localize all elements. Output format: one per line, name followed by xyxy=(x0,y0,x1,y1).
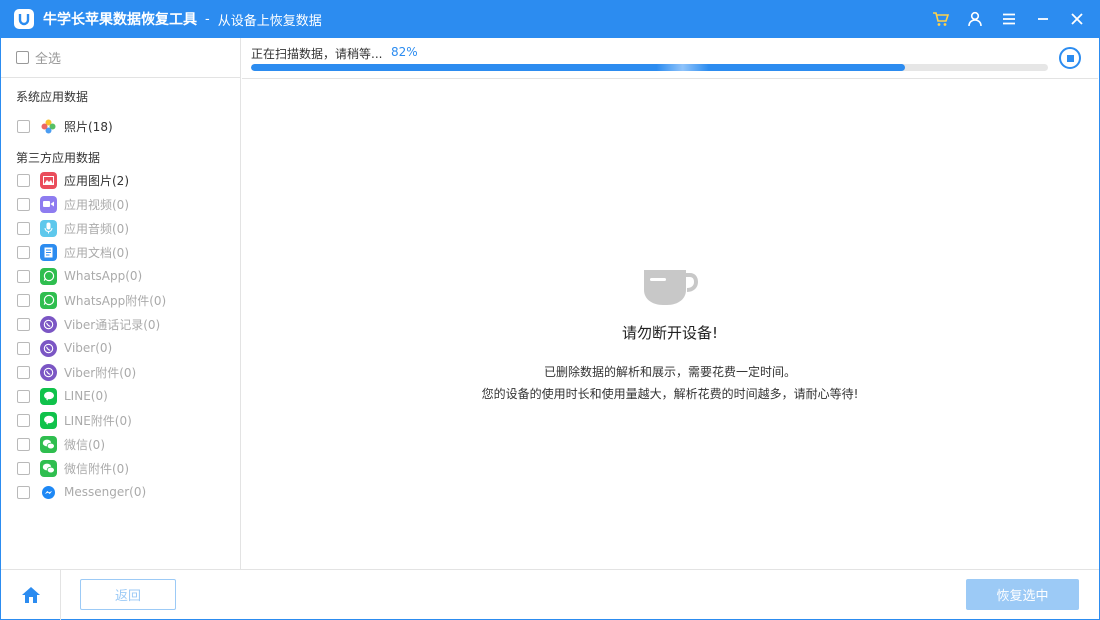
sidebar-item-label: Messenger(0) xyxy=(64,485,146,499)
select-all-checkbox[interactable] xyxy=(16,51,29,64)
progress-track xyxy=(251,64,1048,71)
sidebar-item-label: WhatsApp(0) xyxy=(64,269,142,283)
category-sidebar: 全选 系统应用数据 照片(18) 第三方应用数据 应用图片(2) 应用视频(0) xyxy=(1,38,241,569)
sidebar-item-viber-call-log[interactable]: Viber通话记录(0) xyxy=(1,312,240,336)
notice-line-1: 已删除数据的解析和展示，需要花费一定时间。 xyxy=(242,361,1098,383)
viber-call-log-icon xyxy=(40,316,57,333)
sidebar-item-label: LINE附件(0) xyxy=(64,412,132,429)
sidebar-item-label: 应用图片(2) xyxy=(64,172,129,189)
sidebar-item-whatsapp[interactable]: WhatsApp(0) xyxy=(1,264,240,288)
viber-icon xyxy=(40,340,57,357)
whatsapp-icon xyxy=(40,268,57,285)
sidebar-item-label: Viber(0) xyxy=(64,341,112,355)
back-button[interactable]: 返回 xyxy=(80,579,176,610)
home-icon xyxy=(21,586,41,604)
app-audio-icon xyxy=(40,220,57,237)
notice-line-2: 您的设备的使用时长和使用量越大，解析花费的时间越多，请耐心等待! xyxy=(242,383,1098,405)
scan-progress-bar: 正在扫描数据，请稍等... 82% xyxy=(242,38,1098,79)
item-checkbox[interactable] xyxy=(17,294,30,307)
cart-icon[interactable] xyxy=(924,0,958,38)
close-icon[interactable] xyxy=(1060,0,1094,38)
stop-icon xyxy=(1067,55,1074,62)
item-checkbox[interactable] xyxy=(17,198,30,211)
item-checkbox[interactable] xyxy=(17,390,30,403)
sidebar-item-label: 应用文档(0) xyxy=(64,244,129,261)
item-checkbox[interactable] xyxy=(17,174,30,187)
item-checkbox[interactable] xyxy=(17,342,30,355)
sidebar-item-label: 应用音频(0) xyxy=(64,220,129,237)
notice-title: 请勿断开设备! xyxy=(242,322,1098,343)
app-documents-icon xyxy=(40,244,57,261)
item-checkbox[interactable] xyxy=(17,318,30,331)
app-logo-icon xyxy=(14,9,34,29)
title-separator: - xyxy=(205,12,210,27)
sidebar-item-line-attachments[interactable]: LINE附件(0) xyxy=(1,408,240,432)
select-all-label: 全选 xyxy=(35,48,61,67)
minimize-icon[interactable] xyxy=(1026,0,1060,38)
third-party-section-title: 第三方应用数据 xyxy=(1,148,240,168)
progress-fill xyxy=(251,64,905,71)
item-checkbox[interactable] xyxy=(17,438,30,451)
title-bar: 牛学长苹果数据恢复工具 - 从设备上恢复数据 xyxy=(0,0,1100,38)
sidebar-item-label: 微信附件(0) xyxy=(64,460,129,477)
sidebar-item-photos[interactable]: 照片(18) xyxy=(1,114,240,138)
recover-selected-button[interactable]: 恢复选中 xyxy=(966,579,1079,610)
scan-status-text: 正在扫描数据，请稍等... xyxy=(251,45,382,62)
sidebar-item-app-audio[interactable]: 应用音频(0) xyxy=(1,216,240,240)
select-all-row[interactable]: 全选 xyxy=(1,38,240,78)
line-icon xyxy=(40,388,57,405)
menu-icon[interactable] xyxy=(992,0,1026,38)
sidebar-item-label: Viber附件(0) xyxy=(64,364,136,381)
window-controls xyxy=(924,0,1094,38)
app-videos-icon xyxy=(40,196,57,213)
sidebar-item-label: Viber通话记录(0) xyxy=(64,316,160,333)
user-icon[interactable] xyxy=(958,0,992,38)
photos-icon xyxy=(40,118,57,135)
window-subtitle: 从设备上恢复数据 xyxy=(218,10,322,29)
item-checkbox[interactable] xyxy=(17,366,30,379)
item-checkbox[interactable] xyxy=(17,486,30,499)
sidebar-item-label: WhatsApp附件(0) xyxy=(64,292,166,309)
home-button[interactable] xyxy=(1,570,61,620)
item-checkbox[interactable] xyxy=(17,270,30,283)
footer-bar: 返回 恢复选中 xyxy=(1,569,1099,619)
stop-scan-button[interactable] xyxy=(1059,47,1081,69)
system-section-title: 系统应用数据 xyxy=(1,87,240,107)
sidebar-item-app-photos[interactable]: 应用图片(2) xyxy=(1,168,240,192)
sidebar-item-wechat[interactable]: 微信(0) xyxy=(1,432,240,456)
app-photos-icon xyxy=(40,172,57,189)
coffee-cup-icon xyxy=(641,264,699,308)
wechat-icon xyxy=(40,436,57,453)
sidebar-item-app-documents[interactable]: 应用文档(0) xyxy=(1,240,240,264)
sidebar-item-viber[interactable]: Viber(0) xyxy=(1,336,240,360)
sidebar-item-label: LINE(0) xyxy=(64,389,108,403)
sidebar-item-label: 照片(18) xyxy=(64,118,113,135)
line-attachments-icon xyxy=(40,412,57,429)
wechat-attachments-icon xyxy=(40,460,57,477)
sidebar-item-wechat-attachments[interactable]: 微信附件(0) xyxy=(1,456,240,480)
sidebar-item-app-videos[interactable]: 应用视频(0) xyxy=(1,192,240,216)
item-checkbox[interactable] xyxy=(17,414,30,427)
disconnect-notice: 请勿断开设备! 已删除数据的解析和展示，需要花费一定时间。 您的设备的使用时长和… xyxy=(242,264,1098,405)
whatsapp-attachments-icon xyxy=(40,292,57,309)
sidebar-item-whatsapp-attachments[interactable]: WhatsApp附件(0) xyxy=(1,288,240,312)
scan-percent: 82% xyxy=(391,45,418,59)
item-checkbox[interactable] xyxy=(17,246,30,259)
item-checkbox[interactable] xyxy=(17,462,30,475)
item-checkbox[interactable] xyxy=(17,120,30,133)
messenger-icon xyxy=(40,484,57,501)
sidebar-item-label: 应用视频(0) xyxy=(64,196,129,213)
sidebar-item-messenger[interactable]: Messenger(0) xyxy=(1,480,240,504)
sidebar-item-line[interactable]: LINE(0) xyxy=(1,384,240,408)
item-checkbox[interactable] xyxy=(17,222,30,235)
main-panel: 正在扫描数据，请稍等... 82% 请勿断开设备! 已删除数据的解析和展示，需要… xyxy=(242,38,1098,569)
sidebar-item-label: 微信(0) xyxy=(64,436,105,453)
sidebar-item-viber-attachments[interactable]: Viber附件(0) xyxy=(1,360,240,384)
viber-attachments-icon xyxy=(40,364,57,381)
app-title: 牛学长苹果数据恢复工具 xyxy=(43,9,197,29)
